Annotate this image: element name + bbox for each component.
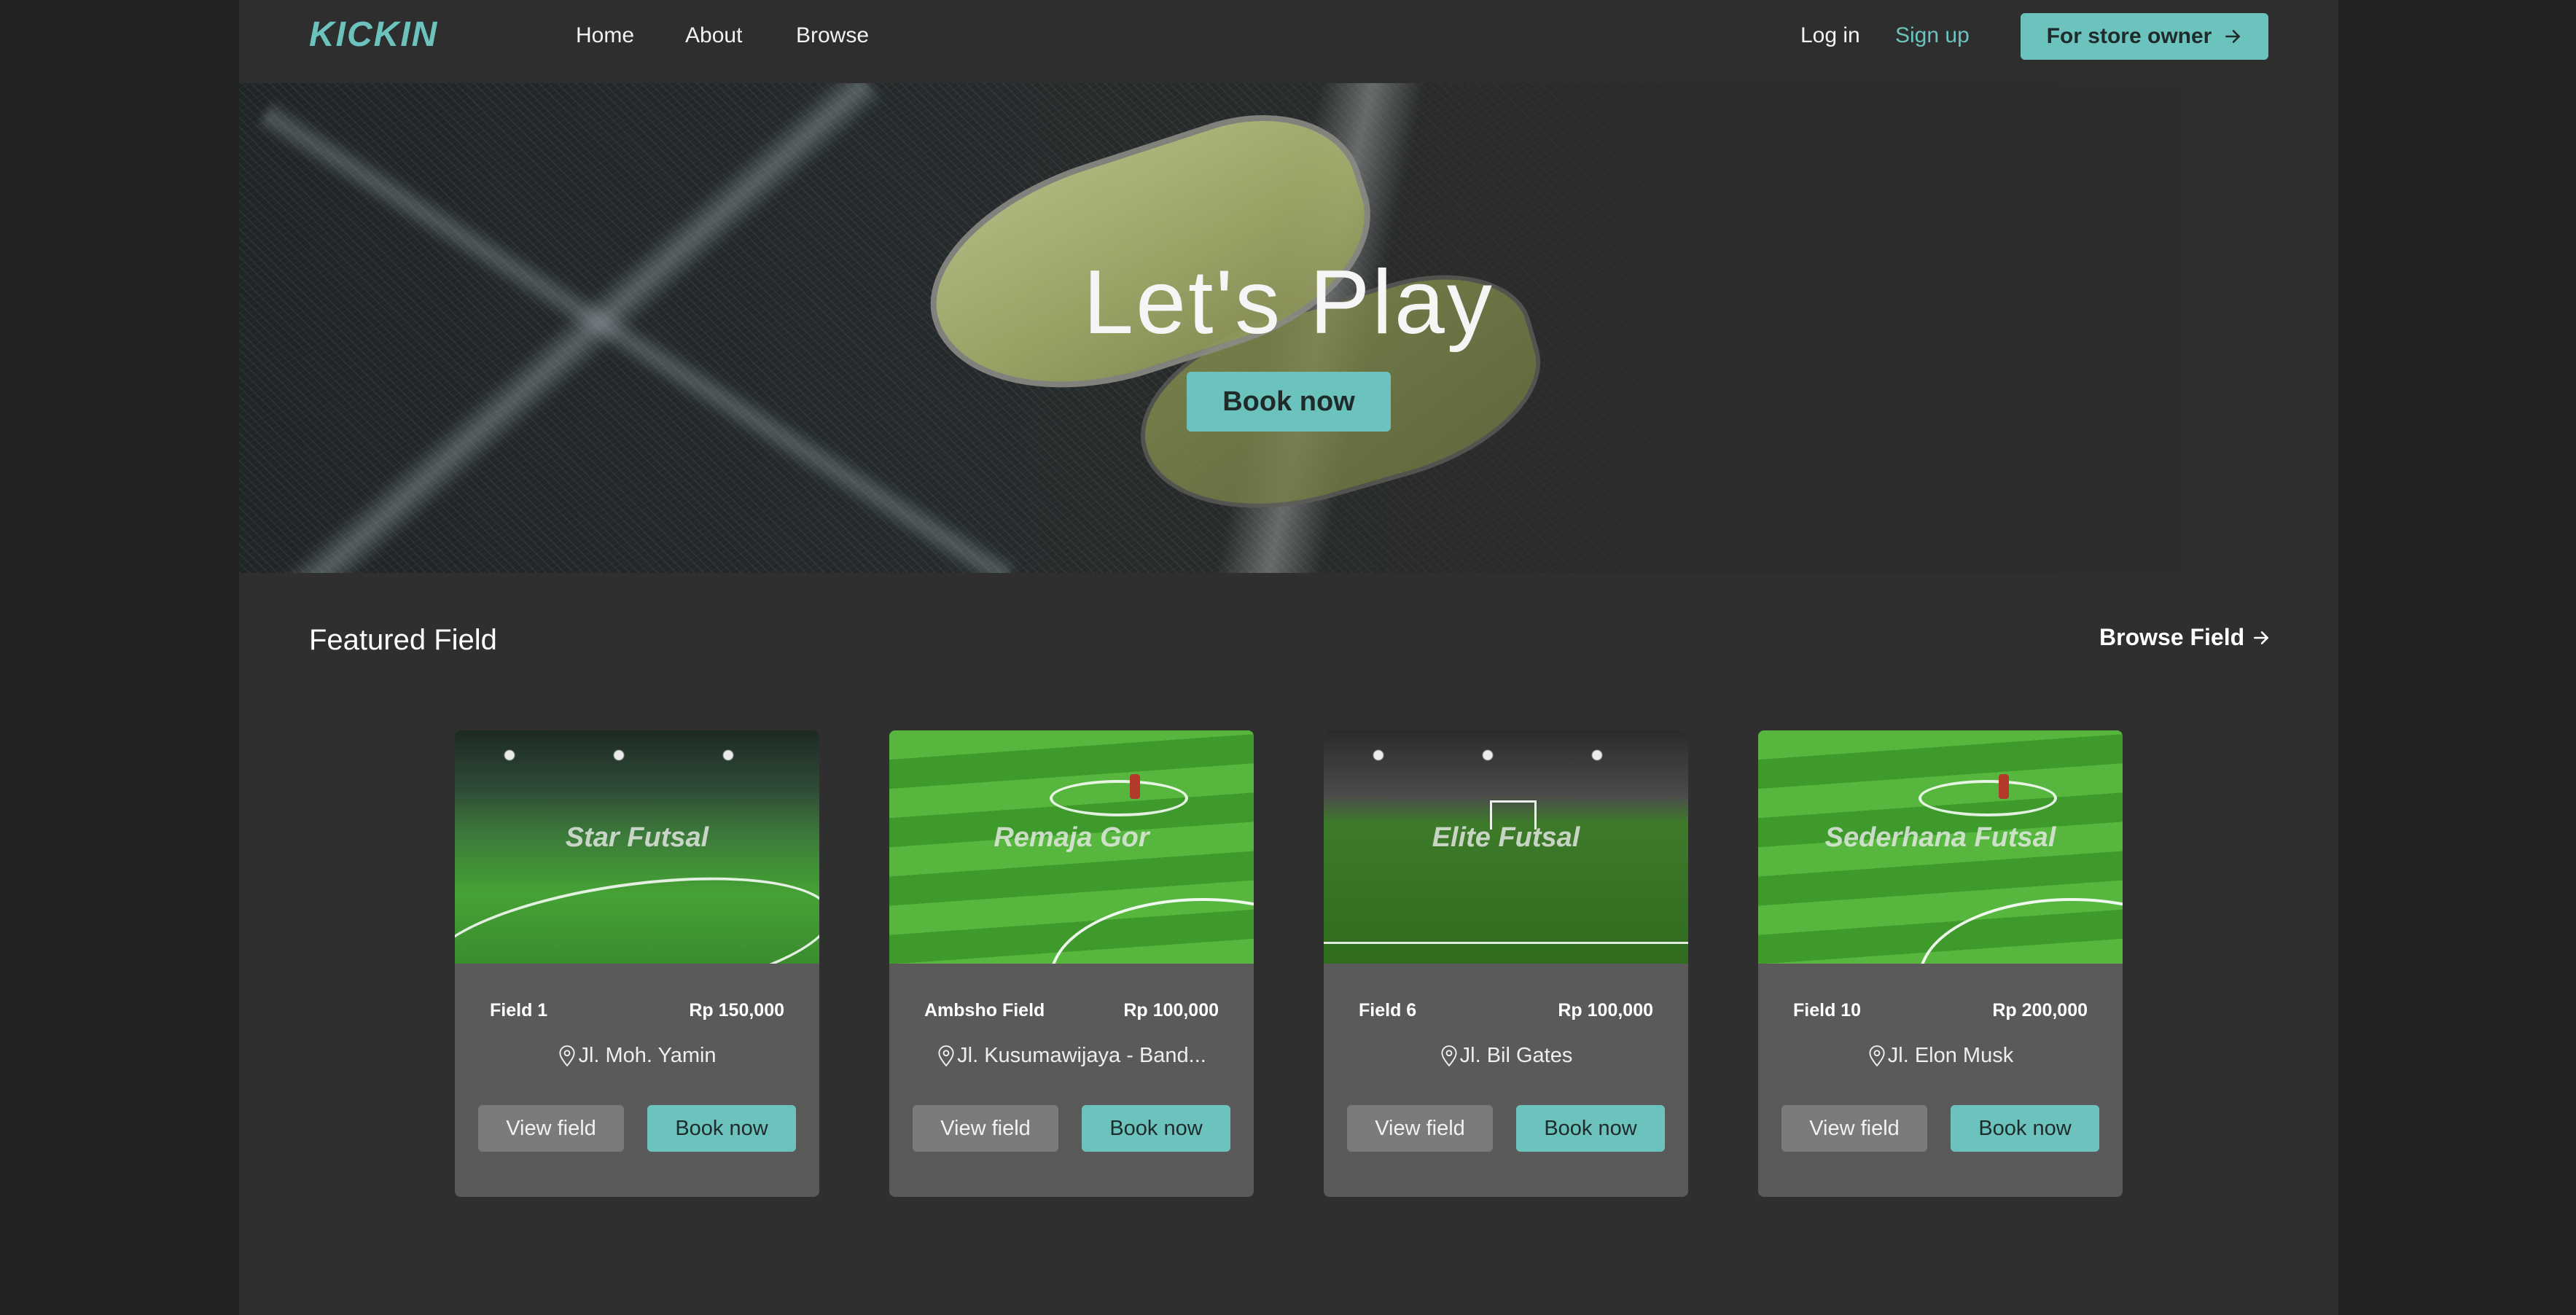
nav-browse-link[interactable]: Browse (796, 23, 869, 48)
field-image-title: Sederhana Futsal (1824, 822, 2056, 853)
field-name: Field 1 (490, 1000, 548, 1021)
signup-link[interactable]: Sign up (1895, 23, 1970, 48)
field-card-header: Ambsho Field Rp 100,000 (924, 1000, 1219, 1021)
field-address-text: Jl. Moh. Yamin (578, 1044, 717, 1067)
field-image-line (1324, 942, 1688, 944)
arrow-right-icon (2225, 30, 2241, 43)
field-image-lights (455, 738, 819, 781)
book-now-button[interactable]: Book now (1082, 1105, 1230, 1152)
map-pin-icon (938, 1045, 954, 1066)
field-card-header: Field 1 Rp 150,000 (490, 1000, 784, 1021)
field-image-title: Star Futsal (565, 822, 709, 853)
field-image-lights (1324, 738, 1688, 781)
field-name: Field 6 (1359, 1000, 1417, 1021)
field-address: Jl. Kusumawijaya - Band... (889, 1044, 1254, 1068)
field-image-line (455, 855, 819, 964)
browse-field-label: Browse Field (2099, 624, 2245, 650)
field-image-line (1919, 898, 2123, 964)
top-nav: KICKIN Home About Browse Log in Sign up … (239, 0, 2338, 83)
nav-about-link[interactable]: About (685, 23, 742, 48)
store-owner-button[interactable]: For store owner (2021, 13, 2268, 60)
store-owner-label: For store owner (2046, 24, 2212, 48)
field-card: Sederhana Futsal Field 10 Rp 200,000 Jl.… (1758, 730, 2123, 1197)
field-name: Field 10 (1793, 1000, 1862, 1021)
book-now-button[interactable]: Book now (1951, 1105, 2099, 1152)
field-price: Rp 100,000 (1123, 1000, 1219, 1021)
field-image-title: Remaja Gor (994, 822, 1150, 853)
field-address: Jl. Bil Gates (1324, 1044, 1688, 1068)
field-image-line (1050, 898, 1254, 964)
field-price: Rp 100,000 (1558, 1000, 1653, 1021)
hero-book-now-button[interactable]: Book now (1187, 372, 1391, 432)
featured-section-title: Featured Field (309, 624, 497, 656)
logo[interactable]: KICKIN (309, 15, 438, 55)
field-address-text: Jl. Bil Gates (1459, 1044, 1573, 1067)
book-now-button[interactable]: Book now (1516, 1105, 1665, 1152)
arrow-right-icon (2254, 631, 2269, 644)
field-image-player (1999, 774, 2009, 799)
map-pin-icon (1441, 1045, 1457, 1066)
page: KICKIN Home About Browse Log in Sign up … (239, 0, 2338, 1315)
field-image[interactable]: Star Futsal (455, 730, 819, 964)
browse-field-link[interactable]: Browse Field (2099, 624, 2271, 651)
map-pin-icon (1869, 1045, 1885, 1066)
field-card: Elite Futsal Field 6 Rp 100,000 Jl. Bil … (1324, 730, 1688, 1197)
field-address: Jl. Elon Musk (1758, 1044, 2123, 1068)
field-name: Ambsho Field (924, 1000, 1045, 1021)
field-price: Rp 150,000 (689, 1000, 784, 1021)
nav-home-link[interactable]: Home (576, 23, 634, 48)
field-image[interactable]: Remaja Gor (889, 730, 1254, 964)
view-field-button[interactable]: View field (913, 1105, 1058, 1152)
field-price: Rp 200,000 (1992, 1000, 2088, 1021)
hero-banner: Let's Play Book now (239, 83, 2338, 573)
field-image-line (1919, 780, 2057, 816)
field-image-player (1130, 774, 1140, 799)
view-field-button[interactable]: View field (478, 1105, 624, 1152)
field-address-text: Jl. Elon Musk (1887, 1044, 2014, 1067)
field-image-title: Elite Futsal (1432, 822, 1580, 853)
field-card-header: Field 6 Rp 100,000 (1359, 1000, 1653, 1021)
field-image[interactable]: Sederhana Futsal (1758, 730, 2123, 964)
view-field-button[interactable]: View field (1781, 1105, 1927, 1152)
login-link[interactable]: Log in (1800, 23, 1860, 48)
hero-title: Let's Play (1083, 252, 1494, 353)
book-now-button[interactable]: Book now (647, 1105, 796, 1152)
field-image[interactable]: Elite Futsal (1324, 730, 1688, 964)
field-card: Remaja Gor Ambsho Field Rp 100,000 Jl. K… (889, 730, 1254, 1197)
field-card: Star Futsal Field 1 Rp 150,000 Jl. Moh. … (455, 730, 819, 1197)
map-pin-icon (559, 1045, 576, 1066)
field-address: Jl. Moh. Yamin (455, 1044, 819, 1068)
field-card-header: Field 10 Rp 200,000 (1793, 1000, 2088, 1021)
view-field-button[interactable]: View field (1347, 1105, 1493, 1152)
field-address-text: Jl. Kusumawijaya - Band... (957, 1044, 1206, 1067)
field-image-line (1050, 780, 1188, 816)
